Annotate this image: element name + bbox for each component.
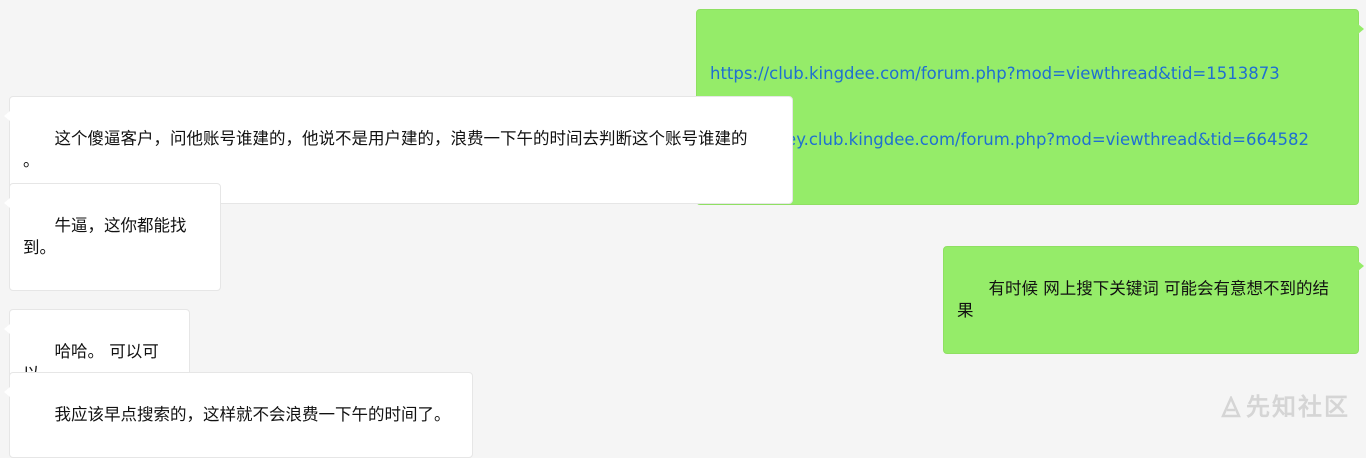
message-bubble-incoming: 牛逼，这你都能找到。 xyxy=(4,183,221,291)
message-text: 这个傻逼客户，问他账号谁建的，他说不是用户建的，浪费一下午的时间去判断这个账号谁… xyxy=(23,129,748,170)
message-incoming: 牛逼，这你都能找到。 xyxy=(4,183,221,291)
message-incoming: 我应该早点搜索的，这样就不会浪费一下午的时间了。 xyxy=(4,372,473,458)
message-bubble-outgoing: https://club.kingdee.com/forum.php?mod=v… xyxy=(696,9,1364,205)
link-kingdee-grey-club-thread[interactable]: https://grey.club.kingdee.com/forum.php?… xyxy=(710,129,1344,151)
chat-message-list: https://club.kingdee.com/forum.php?mod=v… xyxy=(0,0,1366,458)
message-text: 牛逼，这你都能找到。 xyxy=(23,216,187,257)
link-kingdee-club-thread[interactable]: https://club.kingdee.com/forum.php?mod=v… xyxy=(710,63,1344,85)
message-text: 有时候 网上搜下关键词 可能会有意想不到的结果 xyxy=(957,279,1329,320)
watermark-logo-icon xyxy=(1220,394,1242,418)
message-bubble-incoming: 我应该早点搜索的，这样就不会浪费一下午的时间了。 xyxy=(4,372,473,458)
watermark: 先知社区 xyxy=(1220,394,1350,420)
message-text: 我应该早点搜索的，这样就不会浪费一下午的时间了。 xyxy=(54,405,451,424)
message-outgoing-links: https://club.kingdee.com/forum.php?mod=v… xyxy=(696,9,1364,205)
watermark-text: 先知社区 xyxy=(1246,393,1350,421)
message-bubble-outgoing: 有时候 网上搜下关键词 可能会有意想不到的结果 xyxy=(943,246,1364,354)
message-outgoing: 有时候 网上搜下关键词 可能会有意想不到的结果 xyxy=(943,246,1364,354)
